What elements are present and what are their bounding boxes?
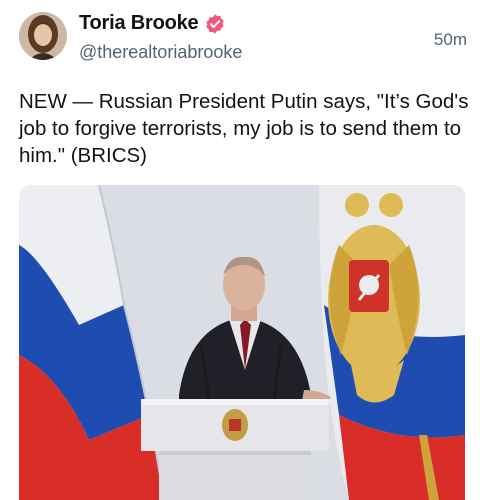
avatar-image — [19, 12, 67, 60]
author-display-name[interactable]: Toria Brooke — [79, 12, 199, 35]
avatar[interactable] — [19, 12, 67, 60]
post-timestamp[interactable]: 50m — [434, 30, 467, 50]
author-handle[interactable]: @therealtoriabrooke — [79, 42, 242, 63]
tweet-card[interactable]: Toria Brooke @therealtoriabrooke 50m NEW… — [0, 0, 484, 500]
speaker-photo — [19, 185, 465, 500]
post-text: NEW — Russian President Putin says, "It’… — [19, 90, 475, 167]
verified-check-icon — [204, 13, 226, 35]
author-name-row[interactable]: Toria Brooke — [79, 12, 226, 35]
post-media-image[interactable] — [19, 185, 465, 500]
